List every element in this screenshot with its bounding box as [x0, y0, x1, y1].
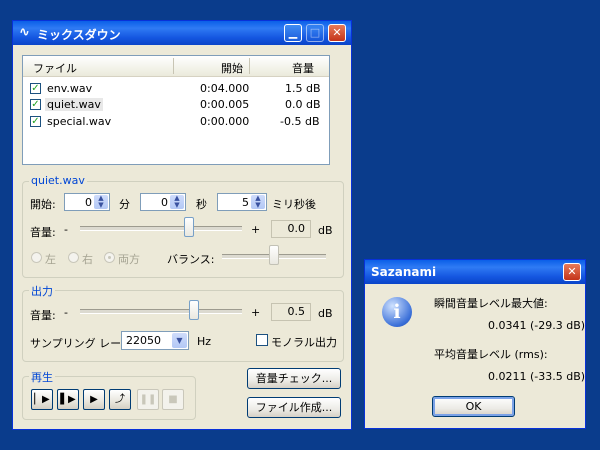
sampling-rate-value: 22050 [126, 334, 161, 347]
dialog-close-button[interactable]: ✕ [563, 263, 581, 281]
play-from-start-icon: ▏▶ [34, 394, 50, 405]
file-name: special.wav [47, 115, 112, 128]
list-header: ファイル 開始 音量 [23, 56, 329, 77]
file-list[interactable]: ファイル 開始 音量 ✓ env.wav 0:04.000 1.5 dB ✓ q… [22, 55, 330, 165]
maximize-button: □ [306, 24, 324, 42]
output-volume-plus: + [251, 306, 261, 319]
play-button[interactable]: ▶ [83, 389, 105, 410]
list-item[interactable]: ✓ quiet.wav 0:00.005 0.0 dB [23, 96, 329, 113]
sampling-rate-select[interactable]: 22050 ▼ [121, 331, 189, 350]
pan-right-radio[interactable] [68, 252, 79, 263]
stop-button: ■ [162, 389, 184, 410]
output-volume-value: 0.5 [271, 303, 311, 321]
minutes-unit: 分 [119, 198, 130, 211]
file-start: 0:00.000 [200, 115, 250, 128]
track-group-title: quiet.wav [29, 174, 87, 187]
start-ms-stepper[interactable]: 5 ▲ ▼ [217, 193, 267, 211]
stepper-value: 0 [85, 196, 92, 209]
volume-minus: - [64, 223, 68, 236]
file-volume: 1.5 dB [285, 82, 321, 95]
output-volume-minus: - [64, 306, 68, 319]
output-volume-slider-track[interactable] [80, 309, 242, 314]
balance-slider-thumb[interactable] [269, 245, 279, 265]
pan-left-radio[interactable] [31, 252, 42, 263]
minimize-icon: ▁ [288, 26, 298, 39]
dialog-titlebar[interactable]: Sazanami ✕ [365, 260, 585, 284]
peak-level-value: 0.0341 (-29.3 dB) [488, 319, 586, 332]
window-title: ミックスダウン [37, 28, 121, 42]
play-bar-icon: ▌▶ [60, 394, 76, 405]
info-icon: i [382, 297, 412, 327]
file-start: 0:04.000 [200, 82, 250, 95]
pan-both-radio[interactable] [104, 252, 115, 263]
play-from-start-button[interactable]: ▏▶ [31, 389, 53, 410]
mixdown-titlebar[interactable]: ∿ ミックスダウン ▁ □ ✕ [13, 21, 351, 45]
pause-button: ❚❚ [137, 389, 159, 410]
mono-output-checkbox[interactable] [256, 334, 268, 346]
ms-unit: ミリ秒後 [272, 198, 316, 211]
column-volume[interactable]: 音量 [292, 60, 314, 76]
stepper-value: 5 [242, 196, 249, 209]
avg-level-label: 平均音量レベル (rms): [434, 348, 548, 361]
file-name: quiet.wav [45, 98, 103, 111]
hz-unit: Hz [197, 335, 212, 348]
pan-left-label: 左 [45, 253, 56, 266]
make-file-button[interactable]: ファイル作成... [247, 397, 341, 418]
close-icon: ✕ [332, 26, 342, 39]
play-from-cursor-button[interactable]: ▌▶ [57, 389, 79, 410]
app-wave-icon: ∿ [19, 25, 30, 40]
file-start: 0:00.005 [200, 98, 250, 111]
start-label: 開始: [30, 198, 56, 211]
sampling-rate-label: サンプリング レート: [30, 337, 136, 350]
row-checkbox[interactable]: ✓ [30, 99, 41, 110]
track-volume-slider-track[interactable] [80, 226, 242, 231]
row-checkbox[interactable]: ✓ [30, 116, 41, 127]
start-seconds-stepper[interactable]: 0 ▲ ▼ [140, 193, 186, 211]
pan-both-label: 両方 [118, 253, 140, 266]
play-export-button[interactable]: ⤴ [109, 389, 131, 410]
volume-plus: + [251, 223, 261, 236]
playback-group-title: 再生 [29, 369, 55, 385]
peak-level-label: 瞬間音量レベル最大値: [434, 297, 548, 310]
updown-icon[interactable]: ▲ ▼ [94, 195, 108, 209]
file-name: env.wav [47, 82, 93, 95]
seconds-unit: 秒 [196, 198, 207, 211]
minimize-button[interactable]: ▁ [284, 24, 302, 42]
chevron-down-icon[interactable]: ▼ [172, 333, 187, 348]
track-db-unit: dB [318, 224, 333, 237]
list-item[interactable]: ✓ env.wav 0:04.000 1.5 dB [23, 80, 329, 97]
file-volume: 0.0 dB [285, 98, 321, 111]
ok-button[interactable]: OK [432, 396, 515, 417]
stop-icon: ■ [168, 394, 178, 405]
balance-label: バランス: [167, 253, 215, 266]
output-group [22, 290, 344, 362]
close-icon: ✕ [567, 265, 577, 278]
pan-right-label: 右 [82, 253, 93, 266]
track-volume-slider-thumb[interactable] [184, 217, 194, 237]
mono-output-label: モノラル出力 [271, 336, 337, 349]
export-icon: ⤴ [115, 394, 125, 405]
column-file[interactable]: ファイル [33, 60, 77, 76]
close-button[interactable]: ✕ [328, 24, 346, 42]
output-volume-label: 音量: [30, 309, 56, 322]
list-item[interactable]: ✓ special.wav 0:00.000 -0.5 dB [23, 113, 329, 130]
level-check-button[interactable]: 音量チェック... [247, 368, 341, 389]
output-db-unit: dB [318, 307, 333, 320]
start-minutes-stepper[interactable]: 0 ▲ ▼ [64, 193, 110, 211]
maximize-icon: □ [309, 26, 321, 39]
row-checkbox[interactable]: ✓ [30, 83, 41, 94]
track-volume-value: 0.0 [271, 220, 311, 238]
play-icon: ▶ [90, 394, 98, 405]
updown-icon[interactable]: ▲ ▼ [251, 195, 265, 209]
output-group-title: 出力 [29, 283, 55, 299]
stepper-value: 0 [161, 196, 168, 209]
updown-icon[interactable]: ▲ ▼ [170, 195, 184, 209]
avg-level-value: 0.0211 (-33.5 dB) [488, 370, 586, 383]
dialog-title: Sazanami [371, 265, 437, 279]
file-volume: -0.5 dB [280, 115, 320, 128]
output-volume-slider-thumb[interactable] [189, 300, 199, 320]
pause-icon: ❚❚ [139, 394, 157, 405]
track-volume-label: 音量: [30, 226, 56, 239]
column-start[interactable]: 開始 [221, 60, 243, 76]
